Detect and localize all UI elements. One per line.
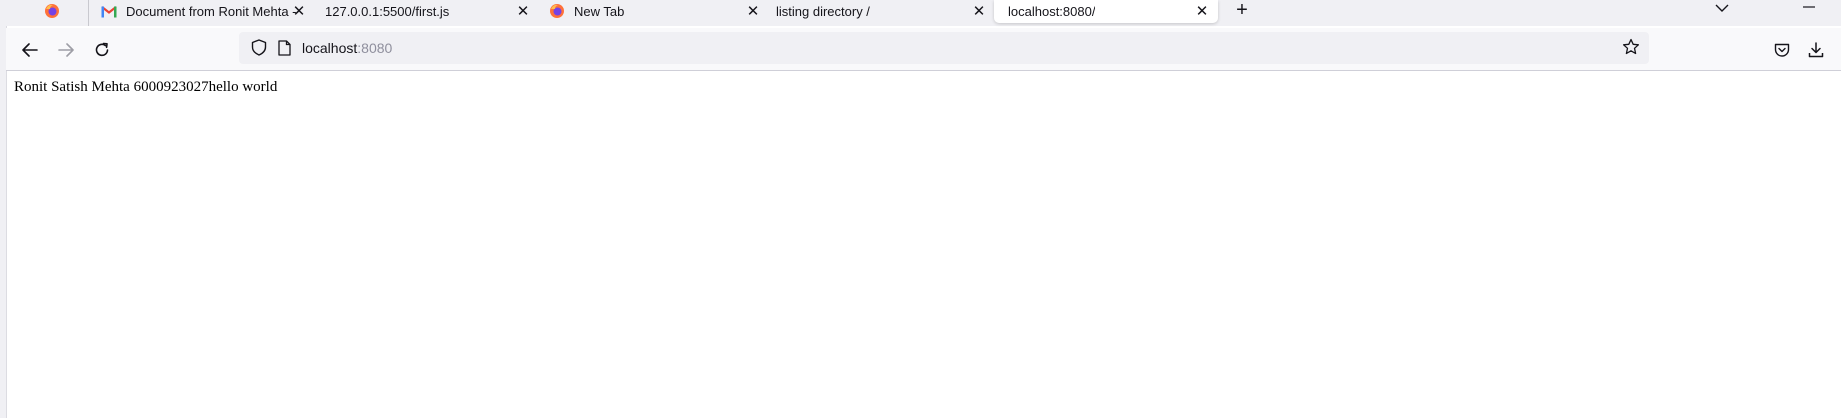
page-icon[interactable] — [278, 40, 291, 61]
bookmark-star-icon[interactable] — [1622, 38, 1640, 61]
reload-icon[interactable] — [88, 36, 116, 64]
url-text[interactable]: localhost:8080 — [302, 40, 392, 56]
pocket-icon[interactable] — [1768, 36, 1796, 64]
shield-icon[interactable] — [251, 39, 267, 61]
tab-title: Document from Ronit Mehta - — [126, 3, 296, 19]
tab-bar: Document from Ronit Mehta - ✕ 127.0.0.1:… — [6, 0, 1841, 26]
tab-title: 127.0.0.1:5500/first.js — [325, 3, 450, 19]
navigation-toolbar: localhost:8080 — [6, 28, 1841, 71]
new-tab-button[interactable]: + — [1229, 0, 1255, 21]
tab-firefox[interactable] — [44, 0, 84, 22]
close-tab-icon[interactable]: ✕ — [1192, 1, 1212, 21]
gmail-icon — [101, 3, 117, 19]
tab-localhost-active[interactable]: localhost:8080/ ✕ — [994, 0, 1218, 23]
back-arrow-icon[interactable] — [16, 36, 44, 64]
download-icon[interactable] — [1802, 36, 1830, 64]
url-port: :8080 — [357, 40, 393, 56]
page-body-text: Ronit Satish Mehta 6000923027hello world — [14, 79, 278, 95]
firefox-icon — [44, 3, 60, 19]
minimize-icon[interactable] — [1800, 0, 1818, 14]
forward-arrow-icon[interactable] — [52, 36, 80, 64]
tab-title: localhost:8080/ — [1008, 4, 1096, 19]
close-tab-icon[interactable]: ✕ — [513, 1, 533, 21]
close-tab-icon[interactable]: ✕ — [743, 1, 763, 21]
url-host: localhost — [302, 40, 358, 56]
tab-title: New Tab — [574, 3, 625, 19]
tab-separator — [88, 0, 89, 26]
address-bar[interactable]: localhost:8080 — [239, 32, 1649, 64]
tab-listing-directory[interactable]: listing directory / ✕ — [776, 0, 996, 22]
close-tab-icon[interactable]: ✕ — [969, 1, 989, 21]
chevron-down-icon[interactable] — [1711, 0, 1733, 16]
tab-document-gmail[interactable]: Document from Ronit Mehta - ✕ — [101, 0, 316, 22]
tab-new-tab[interactable]: New Tab ✕ — [549, 0, 769, 22]
firefox-icon — [549, 3, 565, 19]
tab-first-js[interactable]: 127.0.0.1:5500/first.js ✕ — [325, 0, 545, 22]
tab-title: listing directory / — [776, 3, 870, 19]
close-tab-icon[interactable]: ✕ — [289, 1, 309, 21]
